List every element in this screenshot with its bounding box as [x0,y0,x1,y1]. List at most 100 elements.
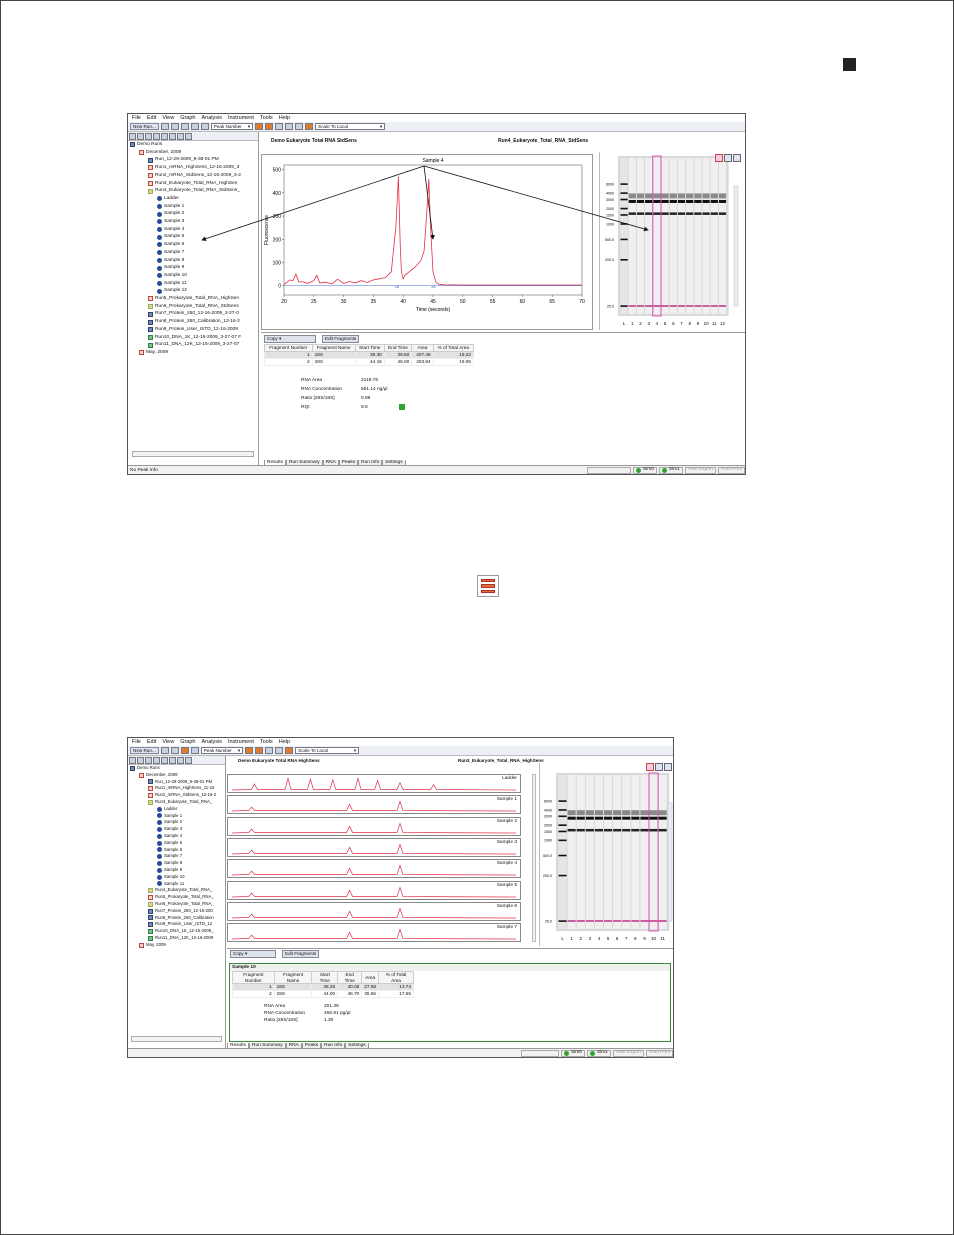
properties-icon[interactable] [185,133,192,140]
sim0-indicator[interactable]: Sim0 [632,466,657,474]
gel-lane[interactable] [661,158,669,314]
gel-lane[interactable] [686,158,694,314]
copy-button[interactable]: Copy ▾ [264,334,316,343]
delete-icon[interactable] [153,133,160,140]
menu-analysis[interactable]: Analysis [201,739,221,745]
col-fragment-name[interactable]: Fragment Name [311,344,356,352]
gel-lane[interactable] [585,775,594,929]
tree-item[interactable]: Run5_Prokaryote_Total_RNA_ [130,894,225,901]
tree-item[interactable]: Run11_DNA_12K_12-16-2009_3-27-07 [130,341,258,349]
col-start-time[interactable]: Start Time [311,970,339,985]
gel-view-icon[interactable] [715,154,723,162]
tree-item[interactable]: Sample 2 [130,210,258,218]
tree-item[interactable]: Run2_mRNA_StdSens_12-16-2009_3-2 [130,172,258,180]
new-run-button[interactable]: New Run... [130,747,159,754]
export-icon[interactable] [190,747,199,754]
tree-item[interactable]: Run1_mRNA_HighSens_12-16-2009_3 [130,164,258,172]
edit-icon[interactable] [169,133,176,140]
tree-item[interactable]: Sample 10 [130,874,225,881]
tree-item[interactable]: Sample 11 [130,280,258,288]
gel-lane[interactable] [613,775,622,929]
edit-fragments-button[interactable]: Edit Fragments [322,334,360,343]
gel-lane[interactable] [718,158,727,314]
zoom-icon[interactable] [733,154,741,162]
cell-name[interactable]: 18S [273,983,313,992]
col-end-time[interactable]: End Time [383,344,413,352]
tree-item[interactable]: Run7_Protein_260_12-16-2009_3-27-0 [130,310,258,318]
print-icon[interactable] [180,123,189,130]
tree-item[interactable]: Run3_Eukaryote_Total_RNA_ [130,799,225,806]
new-folder-icon[interactable] [137,757,144,764]
gel-lane[interactable] [628,158,636,314]
gel-lane[interactable] [640,775,649,929]
menu-graph[interactable]: Graph [180,739,195,745]
tree-item[interactable]: Run9_Protein_User_ISTD_12-16-2009 [130,326,258,334]
auto-export-indicator[interactable]: Auto Export [684,466,716,474]
tree-item[interactable]: Run10_DNA_1K_12-16-2009_3-27-07 F [130,334,258,342]
tree-item[interactable]: Sample 10 [130,272,258,280]
col-fragment-number[interactable]: Fragment Number [264,344,313,352]
gel-scrollbar[interactable] [667,802,673,922]
gel-lane[interactable] [631,775,640,929]
zoom-in-icon[interactable] [265,747,274,754]
tree-item[interactable]: Sample 6 [130,847,225,854]
tree-item[interactable]: Sample 12 [130,287,258,295]
gel-lane[interactable] [622,775,631,929]
peak-label-select[interactable]: Peak Number ▾ [210,123,254,130]
delete-icon[interactable] [153,757,160,764]
col-pct-total-area[interactable]: % of Total Area [432,344,475,352]
sample-trace-row[interactable]: Sample 2 [227,816,521,836]
tree-item[interactable]: Demo Runs [130,141,258,149]
sample-trace-row[interactable]: Sample 5 [227,880,521,900]
tree-horizontal-scrollbar[interactable] [132,451,254,457]
edit-fragments-button[interactable]: Edit Fragments [282,950,320,958]
report-icon[interactable] [200,123,209,130]
copy-icon[interactable] [145,757,152,764]
refresh-icon[interactable] [177,757,184,764]
tree-item[interactable]: Sample 9 [130,867,225,874]
tree-item[interactable]: Sample 9 [130,264,258,272]
edit-icon[interactable] [169,757,176,764]
gel-lane[interactable] [649,775,658,929]
open-icon[interactable] [160,747,169,754]
tree-item[interactable]: Run11_DNA_12K_12-16-2009 [130,935,225,942]
menu-instrument[interactable]: Instrument [228,115,254,121]
tree-item[interactable]: December, 2009 [130,772,225,779]
auto-export-indicator[interactable]: Auto Export [612,1049,644,1057]
folder-icon[interactable] [129,757,136,764]
peak-find-icon[interactable] [245,747,254,754]
tree-item[interactable]: Run_12-29-2009_9-38-01 PM [130,779,225,786]
gel-lane[interactable] [604,775,613,929]
menu-view[interactable]: View [162,739,174,745]
tree-item[interactable]: Sample 3 [130,218,258,226]
copy-icon[interactable] [145,133,152,140]
menu-instrument[interactable]: Instrument [228,739,254,745]
baseline-icon[interactable] [255,747,264,754]
tree-item[interactable]: Run5_Prokaryote_Total_RNA_HighSen [130,295,258,303]
sim1-indicator[interactable]: Sim1 [586,1049,611,1057]
tree-item[interactable]: Run8_Protein_260_Calibration_12-16-2 [130,318,258,326]
overlay-icon[interactable] [295,123,304,130]
cell-name[interactable]: 28S [273,990,313,999]
col-area[interactable]: Area [411,344,434,352]
gel-lane[interactable] [594,775,603,929]
tree-item[interactable]: Sample 4 [130,833,225,840]
tree-item[interactable]: Run6_Prokaryote_Total_RNA_ [130,901,225,908]
tree-item[interactable]: Sample 8 [130,257,258,265]
gel-lane[interactable] [702,158,710,314]
peak-marker[interactable]: 18 [395,284,400,289]
tree-item[interactable]: Ladder [130,195,258,203]
peak-find-icon[interactable] [255,123,264,130]
menu-file[interactable]: File [132,115,141,121]
table-row[interactable]: 1 18S 38.30 39.60 407.46 19.22 [264,350,475,359]
tree-item[interactable]: Sample 7 [130,249,258,257]
col-fragment-number[interactable]: Fragment Number [232,970,275,985]
menu-file[interactable]: File [132,739,141,745]
tree-item[interactable]: Run_12-29-2009_9-38-01 PM [130,156,258,164]
tree-item[interactable]: Run9_Protein_User_ISTD_12 [130,921,225,928]
new-folder-icon[interactable] [137,133,144,140]
tree-item[interactable]: Sample 11 [130,881,225,888]
zoom-out-icon[interactable] [275,747,284,754]
tree-item[interactable]: Sample 1 [130,203,258,211]
gel-view-icon[interactable] [646,763,654,771]
